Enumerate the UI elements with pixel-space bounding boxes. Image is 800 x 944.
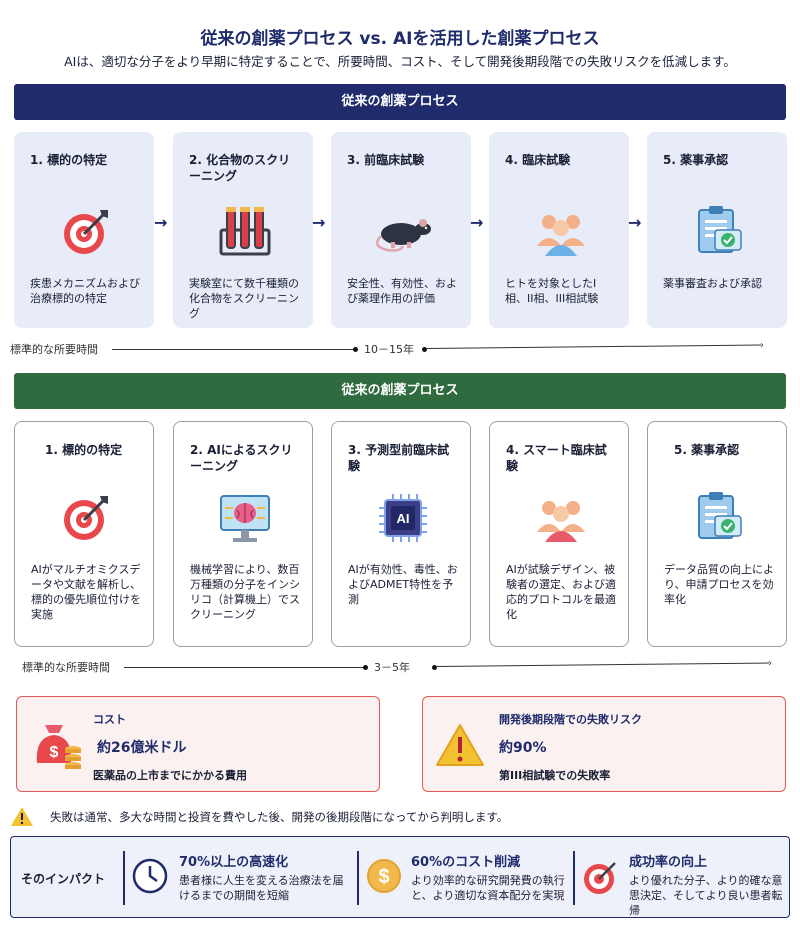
step-title: 4. スマート臨床試験 [506, 443, 607, 473]
ai-banner: 従来の創薬プロセス [14, 373, 786, 409]
impact-desc-speed: 患者様に人生を変える治療法を届けるまでの期間を短縮 [179, 874, 344, 902]
divider [573, 851, 575, 905]
traditional-step-3: 3. 前臨床試験 安全性、有効性、および薬理作用の評価 [331, 132, 471, 328]
timeline-line [426, 344, 761, 349]
timeline-value: 3－5年 [374, 661, 410, 674]
traditional-step-1: 1. 標的の特定 疾患メカニズムおよび治療標的の特定 [14, 132, 154, 328]
clock-icon [132, 858, 168, 894]
step-title: 3. 予測型前臨床試験 [348, 443, 450, 473]
traditional-step-5: 5. 薬事承認 薬事審査および承認 [647, 132, 787, 328]
svg-text:$: $ [378, 866, 389, 888]
target-icon [64, 496, 108, 540]
traditional-timeline: 標準的な所要時間 10－15年 › [0, 340, 800, 360]
timeline-label: 標準的な所要時間 [22, 661, 110, 674]
timeline-line [124, 667, 364, 668]
arrow-head-icon: › [768, 658, 772, 669]
cost-card: $ コスト 約26億米ドル 医薬品の上市までにかかる費用 [16, 696, 380, 792]
ai-timeline: 標準的な所要時間 3－5年 › [0, 658, 800, 678]
svg-text:$: $ [50, 744, 59, 761]
traditional-banner: 従来の創薬プロセス [14, 84, 786, 120]
step-title: 3. 前臨床試験 [347, 153, 425, 167]
timeline-dot [353, 347, 358, 352]
risk-title: 開発後期段階での失敗リスク [499, 713, 642, 726]
arrow-right-icon: → [312, 213, 326, 232]
page-title: 従来の創薬プロセス vs. AIを活用した創薬プロセス [200, 29, 600, 49]
people-icon [537, 501, 585, 542]
rat-icon [375, 219, 431, 252]
warning-text: 失敗は通常、多大な時間と投資を費やした後、開発の後期段階になってから判明します。 [50, 810, 509, 824]
step-title: 1. 標的の特定 [45, 443, 123, 457]
traditional-step-4: 4. 臨床試験 ヒトを対象としたI相、II相、III相試験 [489, 132, 629, 328]
warning-icon [436, 724, 484, 766]
ai-step-1: 1. 標的の特定 AIがマルチオミクスデータや文献を解析し、標的の優先順位付けを… [14, 421, 154, 647]
step-desc: AIがマルチオミクスデータや文献を解析し、標的の優先順位付けを実施 [31, 563, 141, 621]
clipboard-check-icon [698, 206, 742, 253]
arrow-right-icon: → [628, 213, 642, 232]
impact-head-cost: 60%のコスト削減 [411, 855, 521, 870]
dollar-coin-icon: $ [367, 859, 401, 893]
impact-panel: そのインパクト 70%以上の高速化 患者様に人生を変える治療法を届けるまでの期間… [10, 836, 790, 918]
ai-step-3: 3. 予測型前臨床試験 AI AIが有効性、毒性、およびADMET特性を予測 [331, 421, 471, 647]
risk-value: 約90% [499, 740, 547, 756]
arrow-right-icon: → [154, 213, 168, 232]
ai-step-5: 5. 薬事承認 データ品質の向上により、申請プロセスを効率化 [647, 421, 787, 647]
target-icon [584, 862, 616, 894]
traditional-step-2: 2. 化合物のスクリーニング 実験室にて数千種類の化合物をスクリーニング [173, 132, 313, 328]
test-tubes-icon [219, 207, 271, 256]
impact-label: そのインパクト [21, 872, 106, 886]
step-desc: AIが試験デザイン、被験者の選定、および適応的プロトコルを最適化 [506, 563, 616, 621]
timeline-value: 10－15年 [364, 343, 414, 356]
warning-row: 失敗は通常、多大な時間と投資を費やした後、開発の後期段階になってから判明します。 [10, 806, 790, 828]
people-icon [537, 215, 585, 256]
ai-step-2: 2. AIによるスクリーニング 機械学習により、数百万種類の分子をインシリコ（計… [173, 421, 313, 647]
impact-desc-success: より優れた分子、より的確な意思決定、そしてより良い患者転帰 [629, 874, 783, 917]
impact-head-speed: 70%以上の高速化 [179, 855, 289, 870]
timeline-line [436, 662, 769, 667]
timeline-line [112, 349, 354, 350]
brain-monitor-icon [220, 495, 270, 542]
step-title: 2. 化合物のスクリーニング [189, 153, 291, 183]
impact-desc-cost: より効率的な研究開発費の執行と、より適切な資本配分を実現 [411, 874, 565, 902]
step-desc: 機械学習により、数百万種類の分子をインシリコ（計算機上）でスクリーニング [190, 563, 300, 621]
page-subtitle: AIは、適切な分子をより早期に特定することで、所要時間、コスト、そして開発後期段… [64, 54, 736, 69]
cost-note: 医薬品の上市までにかかる費用 [93, 769, 247, 782]
step-title: 4. 臨床試験 [505, 153, 571, 167]
divider [357, 851, 359, 905]
step-desc: 実験室にて数千種類の化合物をスクリーニング [189, 277, 299, 320]
ai-step-4: 4. スマート臨床試験 AIが試験デザイン、被験者の選定、および適応的プロトコル… [489, 421, 629, 647]
arrow-right-icon: → [470, 213, 484, 232]
cost-title: コスト [93, 713, 126, 726]
step-title: 1. 標的の特定 [30, 153, 108, 167]
step-desc: 疾患メカニズムおよび治療標的の特定 [30, 277, 140, 305]
risk-note: 第III相試験での失敗率 [499, 769, 611, 782]
step-desc: 薬事審査および承認 [663, 277, 762, 290]
step-title: 5. 薬事承認 [674, 443, 740, 457]
timeline-label: 標準的な所要時間 [10, 343, 98, 356]
step-desc: ヒトを対象としたI相、II相、III相試験 [505, 277, 599, 305]
target-icon [64, 210, 108, 254]
arrow-head-icon: › [760, 340, 764, 351]
money-bag-icon: $ [36, 725, 81, 769]
divider [123, 851, 125, 905]
warning-icon [11, 807, 33, 826]
step-title: 5. 薬事承認 [663, 153, 729, 167]
risk-card: 開発後期段階での失敗リスク 約90% 第III相試験での失敗率 [422, 696, 786, 792]
step-desc: AIが有効性、毒性、およびADMET特性を予測 [348, 563, 458, 606]
step-title: 2. AIによるスクリーニング [190, 443, 293, 473]
step-desc: 安全性、有効性、および薬理作用の評価 [347, 277, 457, 305]
ai-chip-label: AI [397, 511, 410, 526]
step-desc: データ品質の向上により、申請プロセスを効率化 [664, 563, 774, 606]
clipboard-check-icon [698, 492, 742, 539]
impact-head-success: 成功率の向上 [629, 855, 708, 870]
ai-chip-icon: AI [379, 494, 427, 542]
cost-value: 約26億米ドル [97, 740, 187, 756]
timeline-dot [363, 665, 368, 670]
